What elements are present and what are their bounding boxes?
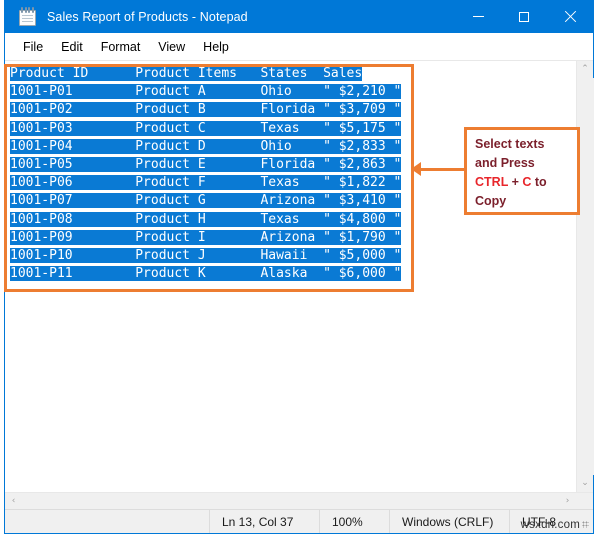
watermark-text: wsxdn.com [520,519,580,531]
window-title: Sales Report of Products - Notepad [47,9,248,24]
callout-arrow-line [420,168,466,171]
maximize-button[interactable] [501,0,547,33]
menu-item-edit[interactable]: Edit [52,37,92,57]
editor-line-text: 1001-P03 Product C Texas " $5,175 " [10,120,402,136]
title-bar: Sales Report of Products - Notepad [5,0,593,33]
callout-line-1: Select texts [475,137,545,151]
editor-line[interactable]: 1001-P05 Product E Florida " $2,863 " [10,156,402,174]
screenshot-root: Sales Report of Products - Notepad File … [0,0,598,539]
editor-line-text: 1001-P02 Product B Florida " $3,709 " [10,102,402,118]
scroll-right-icon[interactable]: › [559,493,576,510]
editor-text[interactable]: Product ID Product Items States Sales 100… [10,65,402,283]
menu-item-view[interactable]: View [149,37,194,57]
editor-header-line[interactable]: Product ID Product Items States Sales [10,65,401,83]
editor-line[interactable]: 1001-P11 Product K Alaska " $6,000 " [10,265,402,283]
editor-line[interactable]: 1001-P03 Product C Texas " $5,175 " [10,120,402,138]
editor-line-text: 1001-P08 Product H Texas " $4,800 " [10,211,402,227]
notepad-window: Sales Report of Products - Notepad File … [4,0,594,534]
editor-line-text: 1001-P06 Product F Texas " $1,822 " [10,175,402,191]
menu-item-format[interactable]: Format [92,37,150,57]
callout-plus: + [508,175,523,189]
callout-arrow-head-icon [411,162,421,176]
editor-line[interactable]: 1001-P10 Product J Hawaii " $5,000 " [10,247,402,265]
horizontal-scroll-track[interactable] [22,493,559,510]
horizontal-scrollbar[interactable]: ‹ › [5,492,593,510]
scrollbar-corner [576,492,593,510]
editor-line[interactable]: 1001-P02 Product B Florida " $3,709 " [10,101,402,119]
editor-line[interactable]: 1001-P04 Product D Ohio " $2,833 " [10,138,402,156]
vertical-scrollbar[interactable]: ⌃ ⌄ [576,60,594,492]
callout-to: to [531,175,547,189]
text-editor[interactable]: Product ID Product Items States Sales 100… [5,60,576,492]
callout-line-2: and Press [475,156,535,170]
status-line-ending: Windows (CRLF) [389,510,509,533]
editor-line[interactable]: 1001-P09 Product I Arizona " $1,790 " [10,229,402,247]
notepad-icon [19,7,36,26]
scroll-left-icon[interactable]: ‹ [5,493,22,510]
editor-line[interactable]: 1001-P06 Product F Texas " $1,822 " [10,174,402,192]
close-icon [564,11,576,23]
status-spacer [5,510,209,533]
callout-key-ctrl: CTRL [475,175,509,189]
editor-line-text: Product ID Product Items States Sales [10,66,363,81]
window-controls [455,0,593,33]
editor-line[interactable]: 1001-P08 Product H Texas " $4,800 " [10,211,402,229]
maximize-icon [519,11,529,22]
editor-line[interactable]: 1001-P01 Product A Ohio " $2,210 " [10,83,402,101]
watermark: wsxdn.com [521,519,589,531]
status-cursor-position: Ln 13, Col 37 [209,510,319,533]
scroll-up-icon[interactable]: ⌃ [577,61,594,78]
editor-line-text: 1001-P05 Product E Florida " $2,863 " [10,156,402,172]
close-button[interactable] [547,0,593,33]
editor-line-text: 1001-P01 Product A Ohio " $2,210 " [10,84,402,100]
minimize-icon [472,16,484,17]
editor-line[interactable]: 1001-P07 Product G Arizona " $3,410 " [10,192,402,210]
status-bar: Ln 13, Col 37 100% Windows (CRLF) UTF-8 … [5,509,593,533]
editor-line-text: 1001-P04 Product D Ohio " $2,833 " [10,138,402,154]
resize-grip-icon [582,521,589,528]
minimize-button[interactable] [455,0,501,33]
menu-bar: File Edit Format View Help [5,33,593,60]
callout-line-4: Copy [475,194,507,208]
scroll-down-icon[interactable]: ⌄ [577,475,594,492]
menu-item-help[interactable]: Help [194,37,238,57]
menu-item-file[interactable]: File [14,37,52,57]
instruction-callout: Select texts and Press CTRL + C to Copy [464,127,580,215]
status-zoom-level[interactable]: 100% [319,510,389,533]
editor-line-text: 1001-P07 Product G Arizona " $3,410 " [10,193,402,209]
editor-line-text: 1001-P09 Product I Arizona " $1,790 " [10,229,402,245]
editor-line-text: 1001-P11 Product K Alaska " $6,000 " [10,266,402,282]
editor-line-text: 1001-P10 Product J Hawaii " $5,000 " [10,247,402,263]
callout-line-3: CTRL + C to [475,173,577,192]
